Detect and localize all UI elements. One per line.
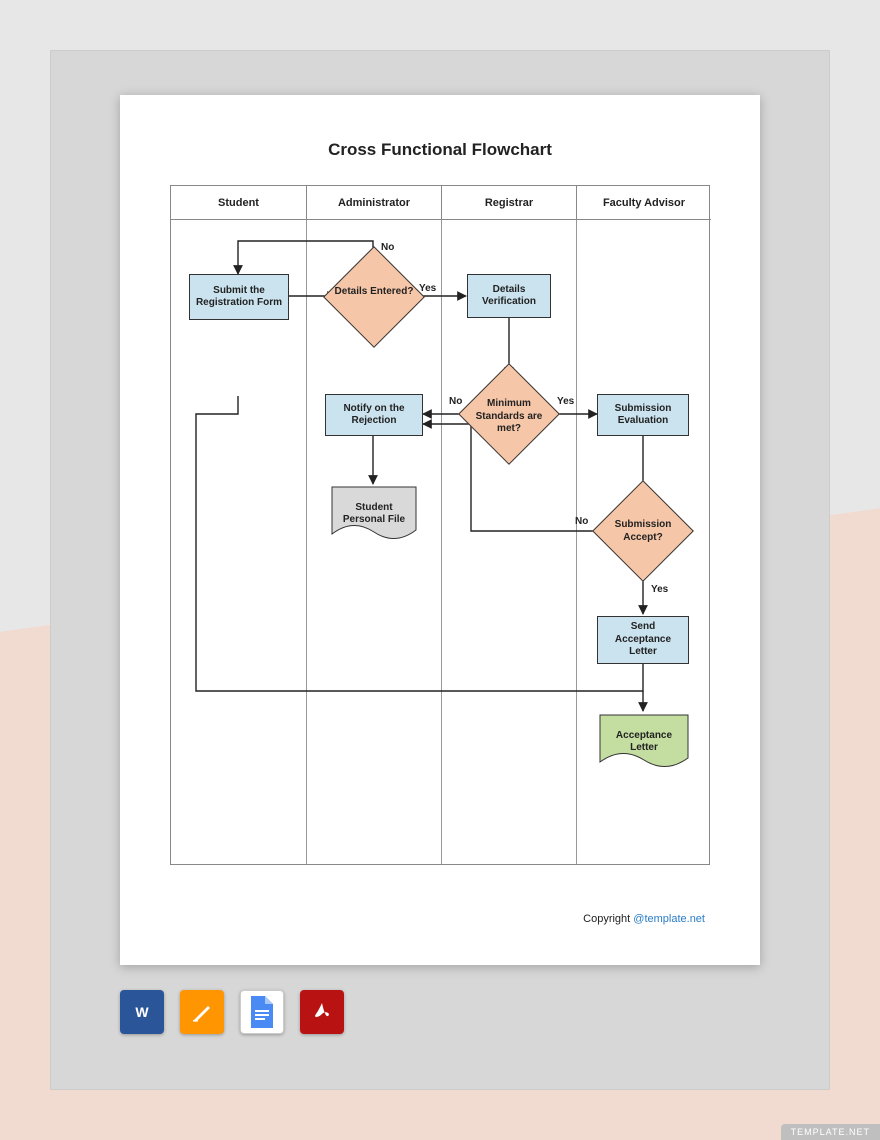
process-details-verification: Details Verification bbox=[467, 274, 551, 318]
lane-separator bbox=[306, 220, 307, 864]
page-title: Cross Functional Flowchart bbox=[120, 140, 760, 160]
decision-min-standards-label: Minimum Standards are met? bbox=[464, 398, 554, 436]
edge-label-yes: Yes bbox=[419, 283, 436, 294]
format-icons: W bbox=[120, 990, 344, 1034]
edge-label-yes: Yes bbox=[651, 584, 668, 595]
watermark: TEMPLATE.NET bbox=[781, 1124, 880, 1140]
lane-header-administrator: Administrator bbox=[306, 186, 441, 220]
lane-header-registrar: Registrar bbox=[441, 186, 576, 220]
process-notify-rejection: Notify on the Rejection bbox=[325, 394, 423, 436]
copyright-link[interactable]: @template.net bbox=[633, 913, 705, 925]
pdf-icon[interactable] bbox=[300, 990, 344, 1034]
decision-details-entered-label: Details Entered? bbox=[329, 286, 419, 299]
word-icon[interactable]: W bbox=[120, 990, 164, 1034]
lane-header-student: Student bbox=[171, 186, 306, 220]
lane-header-faculty-advisor: Faculty Advisor bbox=[576, 186, 711, 220]
lane-separator bbox=[576, 220, 577, 864]
document-student-file: Student Personal File bbox=[331, 486, 417, 542]
process-send-acceptance: Send Acceptance Letter bbox=[597, 616, 689, 664]
svg-text:W: W bbox=[135, 1004, 149, 1020]
process-submission-evaluation: Submission Evaluation bbox=[597, 394, 689, 436]
edge-label-no: No bbox=[575, 516, 588, 527]
lane-separator bbox=[441, 220, 442, 864]
document-acceptance-letter: Acceptance Letter bbox=[599, 714, 689, 770]
edge-label-no: No bbox=[449, 396, 462, 407]
edge-label-no: No bbox=[381, 242, 394, 253]
google-docs-icon[interactable] bbox=[240, 990, 284, 1034]
decision-submission-accept-label: Submission Accept? bbox=[598, 519, 688, 544]
pages-icon[interactable] bbox=[180, 990, 224, 1034]
copyright-line: Copyright @template.net bbox=[583, 913, 705, 925]
swimlane-grid: Student Administrator Registrar Faculty … bbox=[170, 185, 710, 865]
document-page: Cross Functional Flowchart Student Admin… bbox=[120, 95, 760, 965]
edge-label-yes: Yes bbox=[557, 396, 574, 407]
process-submit-registration: Submit the Registration Form bbox=[189, 274, 289, 320]
